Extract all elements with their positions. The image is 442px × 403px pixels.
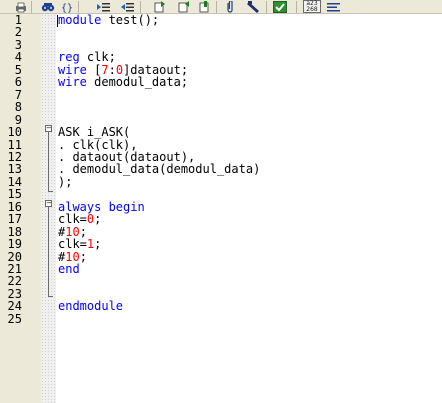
toolbar: {} a23 268 — [0, 0, 442, 14]
toolbar-separator — [78, 1, 79, 13]
line-number: 19 — [7, 237, 22, 252]
code-text: ; — [79, 249, 87, 264]
line-number: 6 — [14, 75, 22, 90]
braces-icon[interactable]: {} — [60, 1, 74, 13]
code-line-20: end — [58, 263, 80, 275]
bookmark-next-icon[interactable] — [153, 1, 167, 13]
line-number: 17 — [7, 212, 22, 227]
check-icon[interactable] — [273, 1, 287, 13]
bookmark-icon[interactable] — [198, 1, 212, 13]
toolbar-separator — [296, 1, 297, 13]
keyword: endmodule — [58, 299, 124, 314]
code-text: demodul_data; — [86, 75, 189, 90]
fold-collapse-icon[interactable]: − — [45, 200, 52, 207]
find-binoculars-icon[interactable] — [41, 1, 55, 13]
paperclip-icon[interactable] — [223, 1, 237, 13]
code-text: test(); — [101, 13, 160, 27]
fold-end — [48, 296, 53, 297]
line-number: 8 — [14, 100, 22, 115]
tool-icon[interactable] — [247, 1, 261, 13]
code-editor[interactable]: module test(); reg clk; wire [7:0]dataou… — [56, 14, 442, 403]
code-line-6: wire demodul_data; — [58, 76, 188, 88]
code-line-1: module test(); — [58, 14, 159, 26]
line-number: 15 — [7, 187, 22, 202]
code-line-23: endmodule — [58, 300, 123, 312]
line-number: 13 — [7, 162, 22, 177]
counter-bottom: 268 — [306, 6, 318, 13]
code-line-13: ); — [58, 174, 73, 189]
line-number-gutter: 1 2 3 4 5 6 7 8 9 10 11 12 13 14 15 16 1… — [0, 14, 42, 403]
fold-collapse-icon[interactable]: − — [45, 125, 52, 132]
fold-end — [48, 191, 53, 192]
print-icon[interactable] — [14, 1, 28, 13]
line-number: 25 — [7, 311, 22, 326]
keyword: module — [58, 13, 102, 27]
line-number: 10 — [7, 125, 22, 140]
svg-text:{}: {} — [61, 3, 73, 13]
toolbar-separator — [31, 1, 32, 13]
line-number-counter-icon[interactable]: a23 268 — [303, 0, 321, 13]
line-number: 4 — [14, 50, 22, 65]
toolbar-separator — [266, 1, 267, 13]
code-line-12: . demodul_data(demodul_data) — [58, 162, 261, 177]
fold-line — [48, 207, 49, 297]
keyword: end — [58, 262, 80, 276]
code-line-9: ASK i_ASK( — [58, 125, 131, 140]
toolbar-separator — [216, 1, 217, 13]
list-icon[interactable] — [326, 1, 340, 13]
fold-line — [48, 132, 49, 192]
bookmark-prev-icon[interactable] — [177, 1, 191, 13]
toolbar-separator — [140, 1, 141, 13]
code-text: ; — [94, 212, 102, 227]
indent-icon[interactable] — [96, 1, 110, 13]
line-number: 24 — [7, 299, 22, 314]
outdent-icon[interactable] — [120, 1, 134, 13]
keyword: wire — [58, 75, 87, 90]
code-text: ; — [94, 237, 102, 252]
text-cursor — [57, 15, 58, 27]
